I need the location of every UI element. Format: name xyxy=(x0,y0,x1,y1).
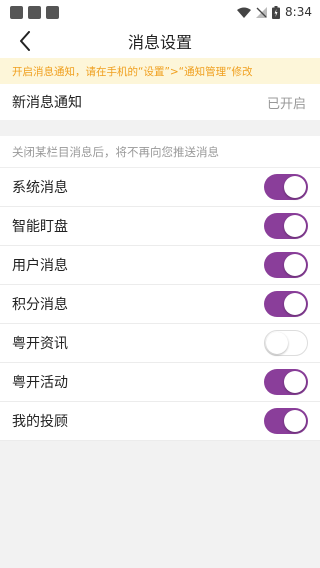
back-button[interactable] xyxy=(14,30,36,52)
notification-icon xyxy=(28,5,41,19)
section-hint: 关闭某栏目消息后，将不再向您推送消息 xyxy=(0,136,320,168)
message-settings-list: 系统消息 智能盯盘 用户消息 积分消息 粤开资讯 粤开活动 我的投顾 xyxy=(0,168,320,441)
item-label: 我的投顾 xyxy=(12,414,68,430)
toggle-knob xyxy=(284,371,306,393)
toggle-knob xyxy=(284,254,306,276)
list-item-advisor: 我的投顾 xyxy=(0,402,320,441)
new-message-label: 新消息通知 xyxy=(12,95,82,111)
item-label: 用户消息 xyxy=(12,258,68,274)
notification-icon xyxy=(10,5,23,19)
activity-toggle[interactable] xyxy=(264,369,308,395)
no-signal-icon xyxy=(256,6,268,18)
user-message-toggle[interactable] xyxy=(264,252,308,278)
notification-icon xyxy=(46,5,59,19)
item-label: 系统消息 xyxy=(12,180,68,196)
list-item-user: 用户消息 xyxy=(0,246,320,285)
wifi-icon xyxy=(237,7,252,18)
chevron-left-icon xyxy=(20,31,30,51)
list-item-smart-watch: 智能盯盘 xyxy=(0,207,320,246)
points-message-toggle[interactable] xyxy=(264,291,308,317)
list-item-points: 积分消息 xyxy=(0,285,320,324)
new-message-status: 已开启 xyxy=(266,96,306,112)
page-title: 消息设置 xyxy=(127,33,192,52)
status-time: 8:34 xyxy=(285,5,312,19)
item-label: 粤开资讯 xyxy=(12,336,68,352)
nav-bar: 消息设置 xyxy=(0,24,320,58)
new-message-notification-row[interactable]: 新消息通知 已开启 xyxy=(0,84,320,120)
news-toggle[interactable] xyxy=(264,330,308,356)
list-item-system: 系统消息 xyxy=(0,168,320,207)
list-item-activity: 粤开活动 xyxy=(0,363,320,402)
toggle-knob xyxy=(284,293,306,315)
toggle-knob xyxy=(284,410,306,432)
list-item-news: 粤开资讯 xyxy=(0,324,320,363)
advisor-toggle[interactable] xyxy=(264,408,308,434)
item-label: 积分消息 xyxy=(12,297,68,313)
notification-icons xyxy=(10,5,59,19)
section-divider xyxy=(0,120,320,136)
battery-icon xyxy=(272,5,281,19)
notice-banner: 开启消息通知，请在手机的“设置”>“通知管理”修改 xyxy=(0,58,320,84)
item-label: 智能盯盘 xyxy=(12,219,68,235)
toggle-knob xyxy=(266,332,288,354)
smart-watch-toggle[interactable] xyxy=(264,213,308,239)
system-message-toggle[interactable] xyxy=(264,174,308,200)
toggle-knob xyxy=(284,215,306,237)
status-bar: 8:34 xyxy=(0,0,320,24)
item-label: 粤开活动 xyxy=(12,375,68,391)
toggle-knob xyxy=(284,176,306,198)
